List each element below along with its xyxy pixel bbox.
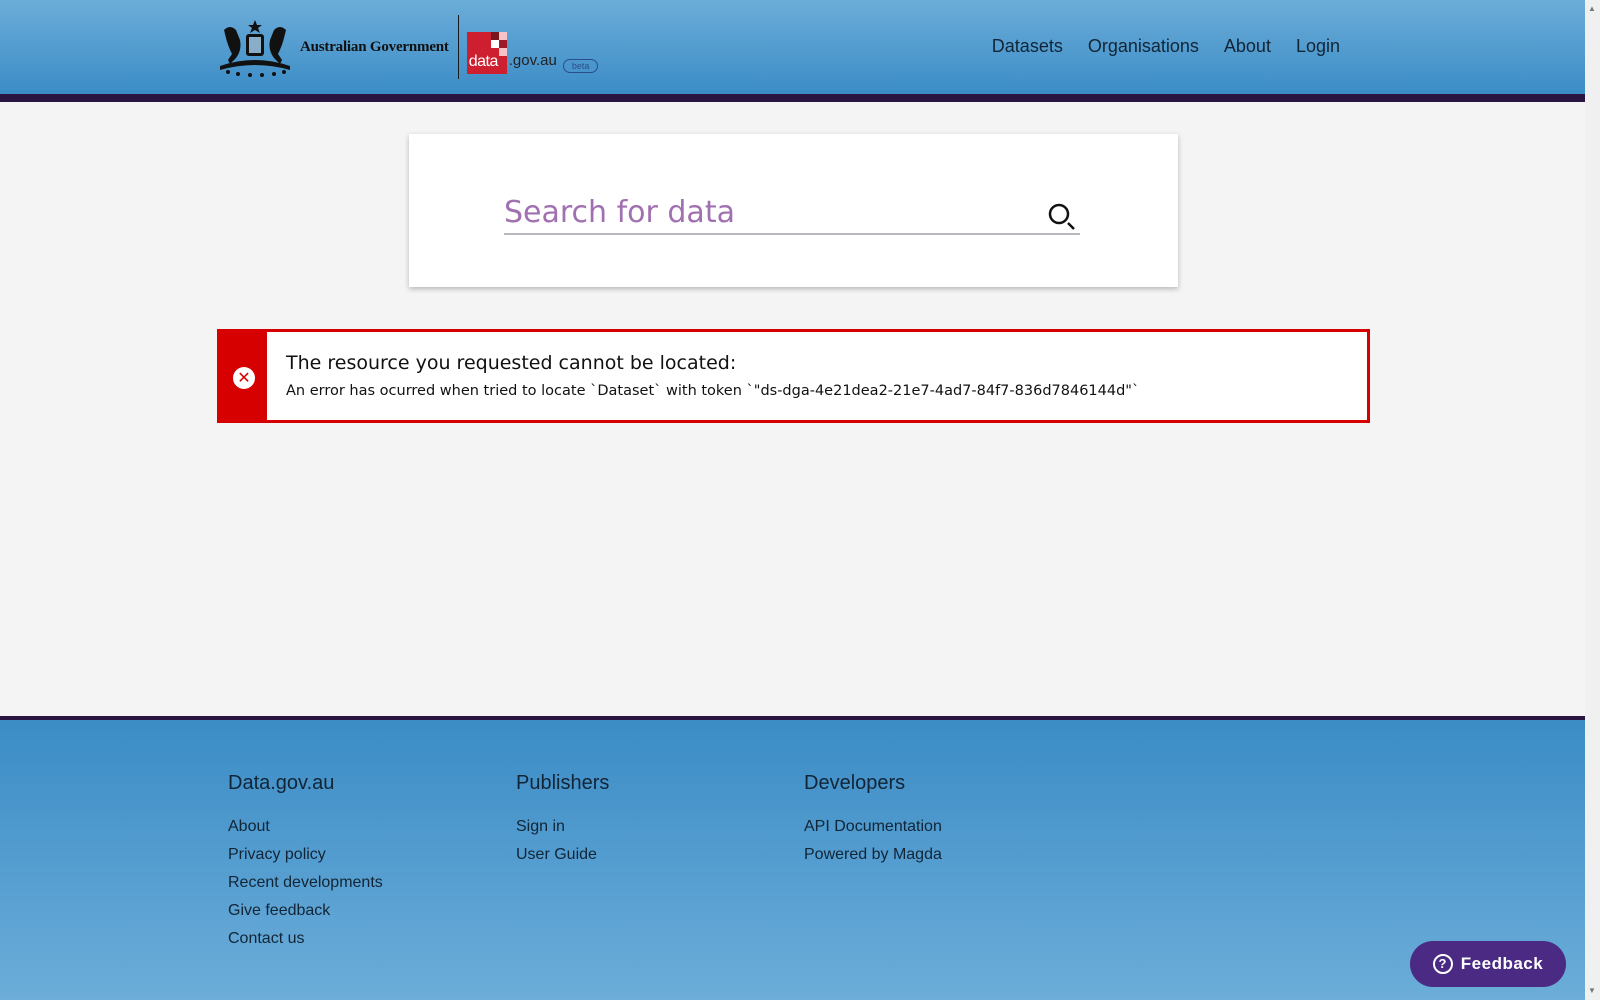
- logo-domain: .gov.au: [508, 51, 557, 69]
- footer-heading: Data.gov.au: [228, 772, 335, 794]
- gov-name: Australian Government: [300, 38, 449, 55]
- search-input[interactable]: [504, 191, 1080, 235]
- page-scrollbar[interactable]: ▲ ▼: [1585, 0, 1600, 1000]
- error-alert: ✕ The resource you requested cannot be l…: [217, 329, 1370, 423]
- footer-link-about[interactable]: About: [228, 817, 383, 836]
- main-nav: Datasets Organisations About Login: [992, 36, 1340, 57]
- footer-link-magda[interactable]: Powered by Magda: [804, 845, 942, 864]
- nav-login[interactable]: Login: [1296, 36, 1340, 57]
- footer-link-user-guide[interactable]: User Guide: [516, 845, 609, 864]
- question-icon: ?: [1432, 954, 1453, 974]
- feedback-button[interactable]: ? Feedback: [1410, 941, 1566, 987]
- feedback-label: Feedback: [1460, 954, 1544, 973]
- error-title: The resource you requested cannot be loc…: [286, 352, 737, 374]
- error-message: An error has ocurred when tried to locat…: [286, 383, 1140, 399]
- logo-divider: [457, 15, 459, 79]
- close-icon: ✕: [233, 367, 255, 389]
- search-card: [409, 134, 1178, 287]
- footer-link-recent-developments[interactable]: Recent developments: [228, 873, 383, 892]
- footer-link-sign-in[interactable]: Sign in: [516, 817, 609, 836]
- header-accent-bar: [0, 94, 1585, 102]
- data-logo: data: [466, 32, 507, 74]
- footer-column-developers: Developers API Documentation Powered by …: [804, 772, 942, 873]
- footer-link-privacy[interactable]: Privacy policy: [228, 845, 383, 864]
- footer-heading: Publishers: [516, 772, 610, 794]
- logo-data-text: data: [468, 53, 499, 70]
- nav-organisations[interactable]: Organisations: [1088, 36, 1199, 57]
- footer-link-contact[interactable]: Contact us: [228, 929, 383, 948]
- footer-link-give-feedback[interactable]: Give feedback: [228, 901, 383, 920]
- scroll-down-icon[interactable]: ▼: [1588, 986, 1596, 995]
- footer-heading: Developers: [804, 772, 906, 794]
- site-footer: Data.gov.au About Privacy policy Recent …: [0, 720, 1585, 1000]
- coat-of-arms-icon: [220, 20, 290, 77]
- nav-datasets[interactable]: Datasets: [992, 36, 1063, 57]
- footer-column-publishers: Publishers Sign in User Guide: [516, 772, 609, 873]
- site-header: Australian Government data .gov.au beta …: [0, 0, 1585, 94]
- nav-about[interactable]: About: [1224, 36, 1271, 57]
- site-logo[interactable]: Australian Government data .gov.au beta: [216, 14, 599, 80]
- scroll-up-icon[interactable]: ▲: [1588, 4, 1596, 13]
- footer-link-api-docs[interactable]: API Documentation: [804, 817, 942, 836]
- search-icon[interactable]: [1047, 202, 1077, 232]
- footer-column-datagovau: Data.gov.au About Privacy policy Recent …: [228, 772, 383, 957]
- beta-badge: beta: [562, 59, 599, 73]
- error-strip: ✕: [220, 332, 267, 420]
